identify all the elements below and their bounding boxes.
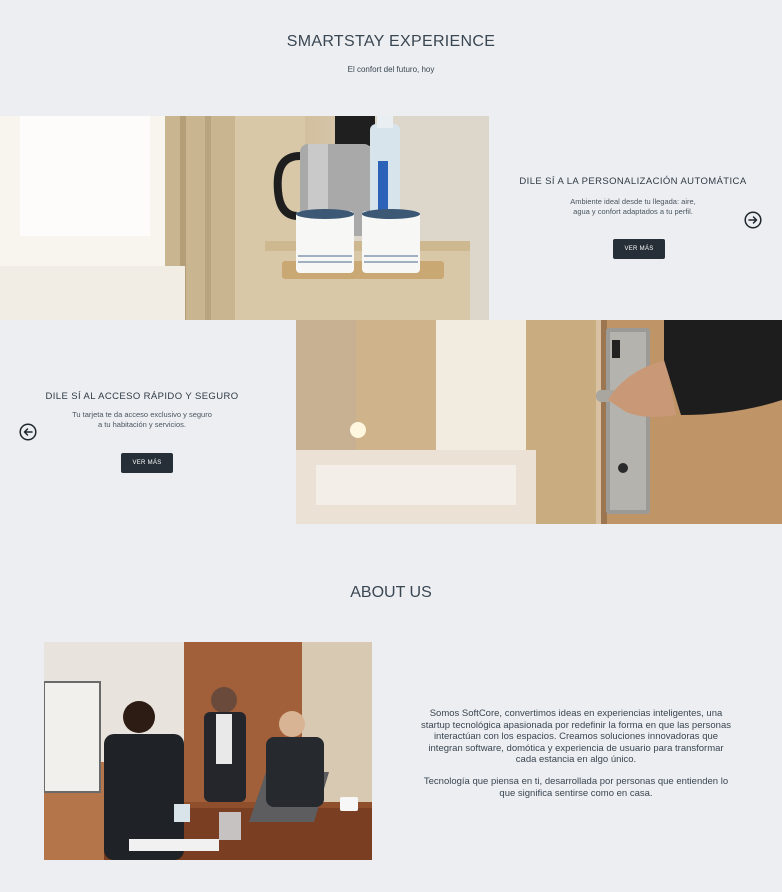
ver-mas-button[interactable]: VER MÁS bbox=[613, 239, 665, 259]
about-image-team-meeting bbox=[44, 642, 372, 860]
ver-mas-button[interactable]: VER MÁS bbox=[121, 453, 173, 473]
feature-description: Tu tarjeta te da acceso exclusivo y segu… bbox=[72, 410, 212, 429]
page-subtitle: El confort del futuro, hoy bbox=[347, 65, 435, 74]
about-title: ABOUT US bbox=[350, 584, 432, 601]
about-paragraph: Tecnología que piensa en ti, desarrollad… bbox=[423, 776, 729, 799]
feature-title: DILE SÍ AL ACCESO RÁPIDO Y SEGURO bbox=[45, 391, 239, 402]
about-paragraph: Somos SoftCore, convertimos ideas en exp… bbox=[421, 708, 731, 765]
page-title: SMARTSTAY EXPERIENCE bbox=[286, 33, 496, 50]
feature-image-kettle bbox=[0, 116, 489, 320]
feature-description: Ambiente ideal desde tu llegada: aire, a… bbox=[570, 197, 696, 216]
feature-image-door-lock bbox=[296, 320, 782, 524]
arrow-right-circle-icon[interactable] bbox=[744, 211, 762, 229]
arrow-left-circle-icon[interactable] bbox=[19, 423, 37, 441]
feature-title: DILE SÍ A LA PERSONALIZACIÓN AUTOMÁTICA bbox=[519, 176, 747, 187]
